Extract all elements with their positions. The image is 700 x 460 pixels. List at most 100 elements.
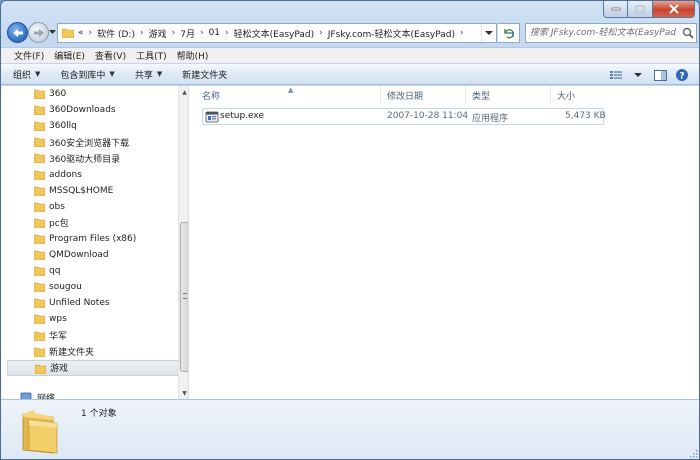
organize-label: 组织 (13, 70, 32, 81)
folder-icon (34, 331, 45, 341)
menu-tools[interactable]: 工具(T) (131, 49, 172, 62)
tree-item-folder[interactable]: 360 (7, 86, 179, 102)
preview-pane-button[interactable] (651, 67, 669, 83)
tree-item-folder[interactable]: qq (7, 263, 179, 279)
new-folder-button[interactable]: 新建文件夹 (182, 68, 227, 81)
tree-item-network[interactable]: 网络 (19, 391, 55, 399)
explorer-window: « › 软件 (D:) › 游戏 › 7月 › 01 › 轻松文本(EasyPa… (0, 0, 700, 460)
tree-item-label: 360 (49, 89, 67, 99)
tree-item-folder[interactable]: 游戏 (7, 359, 179, 376)
chevron-right-icon[interactable]: › (140, 28, 144, 38)
view-options-button[interactable] (607, 67, 625, 83)
chevron-right-icon[interactable]: › (200, 28, 204, 38)
column-header-size[interactable]: 大小 (551, 86, 611, 104)
resize-grip-icon[interactable] (688, 448, 698, 458)
folder-icon (34, 250, 45, 260)
caption-controls (603, 1, 695, 18)
menu-file[interactable]: 文件(F) (9, 49, 49, 62)
item-count: 1 个对象 (81, 409, 117, 419)
navigation-pane: 360 360Downloads 360llq 360安全浏览器下载 360驱动大师目录… (1, 86, 189, 399)
tree-item-folder[interactable]: 华军 (7, 328, 179, 344)
tree-item-label: Program Files (x86) (49, 233, 137, 244)
breadcrumb-01[interactable]: 01 (208, 28, 221, 38)
column-header-type[interactable]: 类型 (466, 86, 551, 104)
folder-icon (34, 186, 45, 196)
tree-item-label: 游戏 (50, 364, 69, 375)
grip-icon (183, 293, 187, 299)
tree-item-folder[interactable]: QMDownload (7, 247, 179, 263)
folder-icon (62, 28, 74, 38)
chevron-right-icon[interactable]: › (460, 28, 464, 38)
tree-item-label: 华军 (49, 332, 68, 342)
tree-item-folder[interactable]: 360llq (7, 118, 179, 134)
tree-item-label: wps (49, 314, 67, 325)
nav-pane-scrollbar[interactable]: ▲ ▼ (178, 86, 188, 399)
folder-icon (34, 298, 45, 309)
tree-item-folder[interactable]: Program Files (x86) (7, 231, 179, 247)
chevron-right-icon[interactable]: › (319, 28, 323, 38)
sort-ascending-icon: ▲ (288, 86, 294, 94)
recent-pages-chevron-icon[interactable] (48, 27, 57, 37)
address-bar[interactable]: « › 软件 (D:) › 游戏 › 7月 › 01 › 轻松文本(EasyPa… (57, 23, 497, 43)
breadcrumb-easypad[interactable]: 轻松文本(EasyPad) (233, 27, 316, 40)
tree-item-folder[interactable]: MSSQL$HOME (7, 183, 179, 199)
tree-item-label: obs (49, 201, 65, 212)
breadcrumb-drive[interactable]: 软件 (D:) (96, 27, 136, 40)
tree-item-folder[interactable]: obs (7, 199, 179, 215)
folder-icon (34, 218, 45, 228)
close-icon (668, 4, 679, 14)
view-dropdown-button[interactable] (629, 67, 647, 83)
tree-item-folder[interactable]: 360Downloads (7, 102, 179, 118)
preview-pane-icon (653, 69, 667, 81)
tree-item-label: 360Downloads (49, 105, 116, 116)
tree-item-folder[interactable]: pc包 (7, 215, 179, 231)
search-box[interactable] (525, 23, 697, 43)
tree-item-folder[interactable]: wps (7, 311, 179, 327)
scroll-down-arrow-icon[interactable]: ▼ (179, 387, 188, 399)
menu-bar: 文件(F) 编辑(E) 查看(V) 工具(T) 帮助(H) (1, 47, 699, 63)
tree-item-label: pc包 (49, 219, 69, 230)
new-folder-label: 新建文件夹 (182, 70, 228, 81)
tree-item-folder[interactable]: sougou (7, 279, 179, 295)
file-row[interactable]: setup.exe 2007-10-28 11:04 应用程序 5,473 KB (202, 108, 606, 125)
organize-button[interactable]: 组织 ▼ (13, 68, 40, 81)
content-area: 360 360Downloads 360llq 360安全浏览器下载 360驱动大师目录… (1, 86, 699, 399)
folder-icon (34, 347, 45, 357)
scroll-up-arrow-icon[interactable]: ▲ (179, 86, 188, 98)
breadcrumb-current[interactable]: JFsky.com-轻松文本(EasyPad) (327, 27, 456, 40)
search-icon[interactable] (680, 25, 696, 41)
menu-edit[interactable]: 编辑(E) (49, 49, 90, 62)
help-button[interactable]: ? (673, 67, 691, 83)
include-in-library-button[interactable]: 包含到库中 ▼ (60, 68, 114, 81)
minimize-button[interactable] (603, 1, 628, 18)
breadcrumb-overflow[interactable]: « (77, 28, 85, 38)
tree-item-folder[interactable]: 360驱动大师目录 (7, 150, 179, 166)
close-button[interactable] (653, 1, 695, 18)
maximize-button[interactable] (628, 1, 653, 18)
tree-item-folder[interactable]: addons (7, 167, 179, 183)
chevron-right-icon[interactable]: › (89, 28, 93, 38)
share-button[interactable]: 共享 ▼ (135, 68, 162, 81)
chevron-right-icon[interactable]: › (225, 28, 229, 38)
forward-button[interactable] (28, 22, 49, 43)
breadcrumb-july[interactable]: 7月 (179, 27, 196, 40)
maximize-icon (635, 4, 645, 14)
menu-view[interactable]: 查看(V) (90, 49, 131, 62)
chevron-right-icon[interactable]: › (172, 28, 176, 38)
breadcrumb-games[interactable]: 游戏 (148, 27, 168, 40)
tree-item-folder[interactable]: 360安全浏览器下载 (7, 134, 179, 150)
scrollbar-thumb[interactable] (180, 222, 188, 372)
file-type: 应用程序 (472, 114, 509, 124)
tree-item-label: addons (49, 169, 82, 180)
tree-item-folder[interactable]: Unfiled Notes (7, 295, 179, 311)
menu-help[interactable]: 帮助(H) (172, 49, 214, 62)
refresh-button[interactable] (498, 23, 520, 43)
address-dropdown-button[interactable] (481, 24, 496, 42)
tree-item-label: MSSQL$HOME (49, 185, 114, 196)
tree-item-label: Unfiled Notes (49, 298, 110, 309)
search-input[interactable] (526, 25, 680, 41)
back-button[interactable] (7, 22, 28, 43)
column-header-modified[interactable]: 修改日期 (381, 86, 466, 104)
file-list-pane: 名称 ▲ 修改日期 类型 大小 setup.exe 2007-10-28 11:… (190, 86, 699, 399)
tree-item-folder[interactable]: 新建文件夹 (7, 344, 179, 360)
